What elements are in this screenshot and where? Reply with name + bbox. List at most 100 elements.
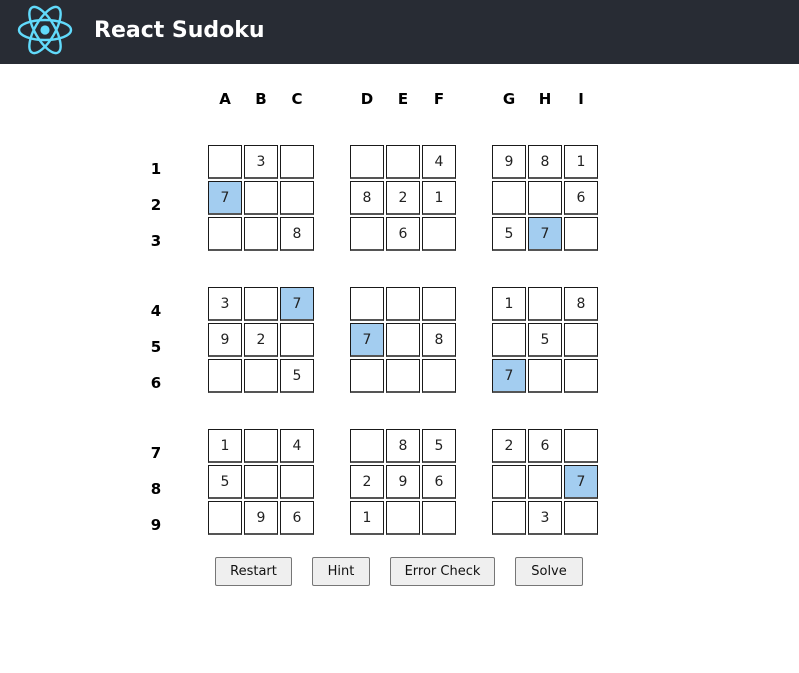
cell-e3[interactable]: 6 (386, 217, 420, 251)
row-header-9: 9 (150, 516, 162, 534)
cell-h2[interactable] (528, 181, 562, 215)
cell-h5[interactable]: 5 (528, 323, 562, 357)
cell-i4[interactable]: 8 (564, 287, 598, 321)
cell-i5[interactable] (564, 323, 598, 357)
cell-a2[interactable]: 7 (208, 181, 242, 215)
cell-b6[interactable] (244, 359, 278, 393)
cell-d3[interactable] (350, 217, 384, 251)
cell-h1[interactable]: 8 (528, 145, 562, 179)
cell-g7[interactable]: 2 (492, 429, 526, 463)
column-header-g: G (502, 90, 516, 108)
cell-e2[interactable]: 2 (386, 181, 420, 215)
column-header-c: C (291, 90, 303, 108)
cell-b5[interactable]: 2 (244, 323, 278, 357)
cell-g8[interactable] (492, 465, 526, 499)
cell-e1[interactable] (386, 145, 420, 179)
cell-c8[interactable] (280, 465, 314, 499)
cell-b1[interactable]: 3 (244, 145, 278, 179)
cell-i8[interactable]: 7 (564, 465, 598, 499)
cell-a7[interactable]: 1 (208, 429, 242, 463)
cell-b3[interactable] (244, 217, 278, 251)
cell-a4[interactable]: 3 (208, 287, 242, 321)
cell-d1[interactable] (350, 145, 384, 179)
cell-g1[interactable]: 9 (492, 145, 526, 179)
cell-d2[interactable]: 8 (350, 181, 384, 215)
cell-a9[interactable] (208, 501, 242, 535)
cell-a8[interactable]: 5 (208, 465, 242, 499)
cell-c4[interactable]: 7 (280, 287, 314, 321)
cell-a6[interactable] (208, 359, 242, 393)
cell-a5[interactable]: 9 (208, 323, 242, 357)
row-header-2: 2 (150, 196, 162, 214)
cell-e5[interactable] (386, 323, 420, 357)
cell-g2[interactable] (492, 181, 526, 215)
app-title: React Sudoku (94, 18, 265, 43)
cell-c3[interactable]: 8 (280, 217, 314, 251)
cell-i1[interactable]: 1 (564, 145, 598, 179)
restart-button[interactable]: Restart (215, 557, 292, 586)
cell-h4[interactable] (528, 287, 562, 321)
cell-c5[interactable] (280, 323, 314, 357)
cell-g3[interactable]: 5 (492, 217, 526, 251)
cell-f1[interactable]: 4 (422, 145, 456, 179)
cell-b8[interactable] (244, 465, 278, 499)
cell-e4[interactable] (386, 287, 420, 321)
react-atom-icon (17, 5, 73, 55)
row-header-3: 3 (150, 232, 162, 250)
cell-e6[interactable] (386, 359, 420, 393)
cell-f9[interactable] (422, 501, 456, 535)
cell-i7[interactable] (564, 429, 598, 463)
cell-f6[interactable] (422, 359, 456, 393)
cell-h3[interactable]: 7 (528, 217, 562, 251)
cell-c9[interactable]: 6 (280, 501, 314, 535)
cell-h8[interactable] (528, 465, 562, 499)
cell-g4[interactable]: 1 (492, 287, 526, 321)
cell-b9[interactable]: 9 (244, 501, 278, 535)
cell-c7[interactable]: 4 (280, 429, 314, 463)
cell-c6[interactable]: 5 (280, 359, 314, 393)
cell-d4[interactable] (350, 287, 384, 321)
row-header-5: 5 (150, 338, 162, 356)
cell-b2[interactable] (244, 181, 278, 215)
cell-f2[interactable]: 1 (422, 181, 456, 215)
column-header-i: I (578, 90, 584, 108)
cell-i2[interactable]: 6 (564, 181, 598, 215)
cell-f3[interactable] (422, 217, 456, 251)
column-header-f: F (433, 90, 445, 108)
app-header: React Sudoku (0, 0, 799, 64)
cell-c1[interactable] (280, 145, 314, 179)
cell-f8[interactable]: 6 (422, 465, 456, 499)
cell-h7[interactable]: 6 (528, 429, 562, 463)
cell-g5[interactable] (492, 323, 526, 357)
cell-f4[interactable] (422, 287, 456, 321)
cell-g9[interactable] (492, 501, 526, 535)
solve-button[interactable]: Solve (515, 557, 583, 586)
cell-f7[interactable]: 5 (422, 429, 456, 463)
cell-b7[interactable] (244, 429, 278, 463)
column-header-a: A (219, 90, 231, 108)
hint-button[interactable]: Hint (312, 557, 370, 586)
cell-h9[interactable]: 3 (528, 501, 562, 535)
cell-a1[interactable] (208, 145, 242, 179)
cell-d5[interactable]: 7 (350, 323, 384, 357)
cell-d7[interactable] (350, 429, 384, 463)
cell-f5[interactable]: 8 (422, 323, 456, 357)
cell-i9[interactable] (564, 501, 598, 535)
cell-d9[interactable]: 1 (350, 501, 384, 535)
cell-d8[interactable]: 2 (350, 465, 384, 499)
error-check-button[interactable]: Error Check (390, 557, 495, 586)
cell-a3[interactable] (208, 217, 242, 251)
row-header-1: 1 (150, 160, 162, 178)
cell-c2[interactable] (280, 181, 314, 215)
cell-i6[interactable] (564, 359, 598, 393)
cell-b4[interactable] (244, 287, 278, 321)
cell-e7[interactable]: 8 (386, 429, 420, 463)
cell-h6[interactable] (528, 359, 562, 393)
cell-i3[interactable] (564, 217, 598, 251)
cell-d6[interactable] (350, 359, 384, 393)
column-header-d: D (360, 90, 374, 108)
cell-g6[interactable]: 7 (492, 359, 526, 393)
cell-e9[interactable] (386, 501, 420, 535)
column-header-h: H (538, 90, 552, 108)
cell-e8[interactable]: 9 (386, 465, 420, 499)
